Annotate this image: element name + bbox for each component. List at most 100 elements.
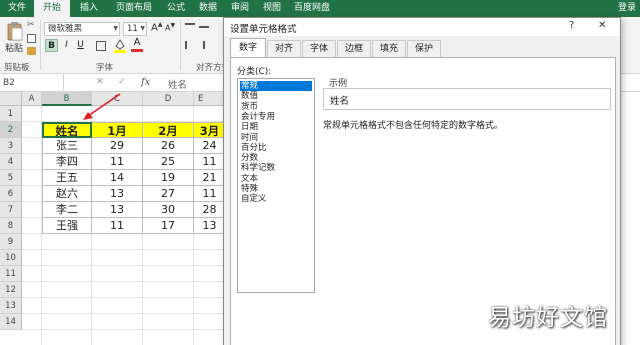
row-header[interactable]: 10 [0,250,22,266]
table-cell[interactable]: 11 [92,154,143,170]
font-color-button[interactable]: A [131,37,143,54]
row-header[interactable]: 2 [0,122,22,138]
align-left-icon[interactable] [185,41,195,49]
row-header[interactable]: 5 [0,170,22,186]
row-header[interactable]: 4 [0,154,22,170]
table-cell[interactable]: 13 [92,202,143,218]
row-header[interactable]: 7 [0,202,22,218]
select-all-corner[interactable] [0,92,22,106]
category-list[interactable]: 常规 数值 货币 会计专用 日期 时间 百分比 分数 科学记数 文本 特殊 自定义 [237,78,315,293]
row-header[interactable]: 8 [0,218,22,234]
bold-button[interactable]: B [45,39,58,52]
tab-protection[interactable]: 保护 [407,40,441,57]
row-header[interactable]: 9 [0,234,22,250]
category-item[interactable]: 日期 [240,122,312,132]
copy-icon[interactable] [27,34,36,43]
row-header[interactable]: 1 [0,106,22,122]
increase-font-icon[interactable]: A▲ [151,21,162,33]
table-cell[interactable]: 11 [92,218,143,234]
table-cell[interactable]: 13 [194,218,226,234]
fx-icon[interactable]: fx [141,77,150,88]
table-header-cell[interactable]: 1月 [92,122,143,138]
table-cell[interactable]: 28 [194,202,226,218]
name-box[interactable]: B2 [0,74,64,92]
table-cell[interactable]: 王强 [42,218,92,234]
row-header[interactable]: 13 [0,298,22,314]
table-header-cell[interactable]: 姓名 [42,122,92,138]
category-item[interactable]: 会计专用 [240,112,312,122]
tab-baidu-netdisk[interactable]: 百度网盘 [288,0,336,17]
table-cell[interactable]: 李四 [42,154,92,170]
row-header[interactable]: 3 [0,138,22,154]
category-item[interactable]: 百分比 [240,143,312,153]
column-header-e[interactable]: E [194,92,224,106]
table-header-cell[interactable]: 2月 [143,122,194,138]
login-link[interactable]: 登录 [614,0,640,17]
enter-icon[interactable]: ✓ [118,77,126,87]
table-cell[interactable]: 25 [143,154,194,170]
category-item[interactable]: 自定义 [240,194,312,204]
category-item[interactable]: 数值 [240,91,312,101]
tab-font[interactable]: 字体 [302,40,336,57]
tab-formulas[interactable]: 公式 [160,0,192,17]
tab-insert[interactable]: 插入 [72,0,106,17]
category-item[interactable]: 常规 [240,81,312,92]
tab-alignment[interactable]: 对齐 [267,40,301,57]
table-cell[interactable]: 11 [194,154,226,170]
align-middle-icon[interactable] [199,26,209,28]
table-cell[interactable]: 17 [143,218,194,234]
table-cell[interactable]: 29 [92,138,143,154]
align-center-icon[interactable] [203,41,205,49]
category-item[interactable]: 货币 [240,102,312,112]
category-item[interactable]: 分数 [240,153,312,163]
tab-data[interactable]: 数据 [192,0,224,17]
tab-view[interactable]: 视图 [256,0,288,17]
row-header[interactable]: 6 [0,186,22,202]
category-item[interactable]: 文本 [240,174,312,184]
table-cell[interactable]: 24 [194,138,226,154]
formula-input[interactable]: 姓名 [168,77,187,91]
underline-button[interactable]: U [74,39,87,52]
table-cell[interactable]: 26 [143,138,194,154]
align-top-icon[interactable] [185,23,195,31]
table-cell[interactable]: 张三 [42,138,92,154]
table-cell[interactable]: 13 [92,186,143,202]
cancel-icon[interactable]: ✕ [96,77,104,87]
paste-button[interactable]: 粘贴 [5,41,23,54]
font-size-box[interactable]: 11 ▼ [123,22,147,36]
tab-home[interactable]: 开始 [34,0,70,17]
category-item[interactable]: 时间 [240,133,312,143]
table-cell[interactable]: 19 [143,170,194,186]
category-item[interactable]: 科学记数 [240,163,312,173]
italic-button[interactable]: I [60,39,73,52]
close-icon[interactable]: ✕ [598,20,606,31]
table-cell[interactable]: 14 [92,170,143,186]
tab-number[interactable]: 数字 [230,38,266,58]
column-header-a[interactable]: A [22,92,42,106]
fill-color-icon[interactable] [114,38,126,54]
format-painter-icon[interactable] [27,47,36,55]
help-button[interactable]: ? [569,20,574,31]
column-header-d[interactable]: D [143,92,194,106]
table-cell[interactable]: 王五 [42,170,92,186]
table-header-cell[interactable]: 3月 [194,122,226,138]
paste-icon[interactable] [6,21,24,41]
table-cell[interactable]: 21 [194,170,226,186]
tab-border[interactable]: 边框 [337,40,371,57]
category-item[interactable]: 特殊 [240,184,312,194]
row-header[interactable]: 14 [0,314,22,330]
tab-file[interactable]: 文件 [0,0,34,17]
table-cell[interactable]: 11 [194,186,226,202]
tab-page-layout[interactable]: 页面布局 [108,0,160,17]
row-header[interactable]: 11 [0,266,22,282]
table-cell[interactable]: 27 [143,186,194,202]
table-cell[interactable]: 赵六 [42,186,92,202]
decrease-font-icon[interactable]: A▼ [165,22,175,33]
tab-review[interactable]: 审阅 [224,0,256,17]
cut-icon[interactable]: ✂ [27,20,35,30]
table-cell[interactable]: 李二 [42,202,92,218]
tab-fill[interactable]: 填充 [372,40,406,57]
font-name-box[interactable]: 微软雅黑 ▼ [44,22,120,36]
borders-icon[interactable] [96,41,106,51]
table-cell[interactable]: 30 [143,202,194,218]
